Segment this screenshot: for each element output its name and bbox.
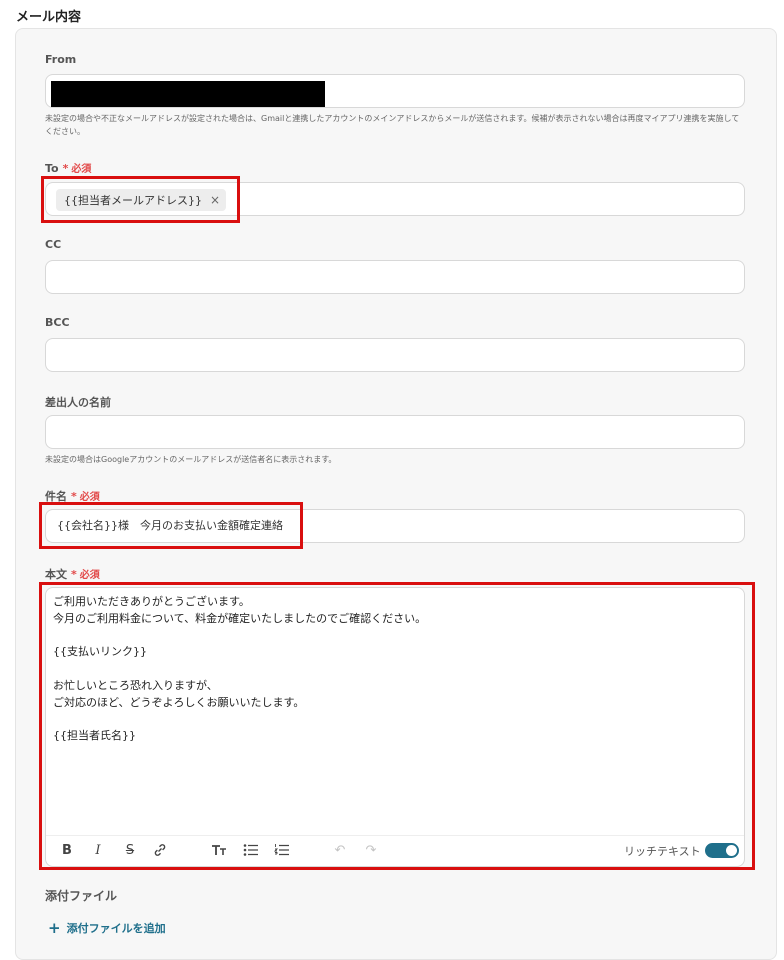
to-required-badge: 必須 (71, 164, 92, 175)
section-title: メール内容 (16, 10, 82, 25)
redacted-value (51, 81, 325, 107)
sender-name-help-text: 未設定の場合はGoogleアカウントのメールアドレスが送信者名に表示されます。 (45, 455, 337, 464)
body-label-text: 本文 (45, 568, 67, 581)
highlight-box-body (39, 582, 755, 870)
bcc-label: BCC (45, 316, 70, 329)
plus-icon: + (48, 919, 61, 937)
cc-input[interactable] (45, 260, 745, 294)
body-label: 本文 * 必須 (45, 566, 100, 582)
sender-name-input[interactable] (45, 415, 745, 449)
to-label: To * 必須 (45, 160, 91, 175)
attachment-label: 添付ファイル (45, 889, 118, 903)
to-label-text: To (45, 162, 59, 175)
sender-name-label: 差出人の名前 (45, 396, 111, 409)
add-attachment-label: 添付ファイルを追加 (66, 922, 166, 935)
highlight-box-to (41, 176, 240, 223)
body-required-star: * (71, 568, 77, 581)
cc-label: CC (45, 238, 62, 251)
to-required-star: * (62, 162, 69, 175)
highlight-box-subject (39, 502, 303, 549)
add-attachment-button[interactable]: + 添付ファイルを追加 (48, 919, 166, 937)
body-required-badge: 必須 (79, 570, 100, 581)
from-label: From (45, 53, 77, 66)
bcc-input[interactable] (45, 338, 745, 372)
from-help-text: 未設定の場合や不正なメールアドレスが設定された場合は、Gmailと連携したアカウ… (45, 114, 740, 136)
